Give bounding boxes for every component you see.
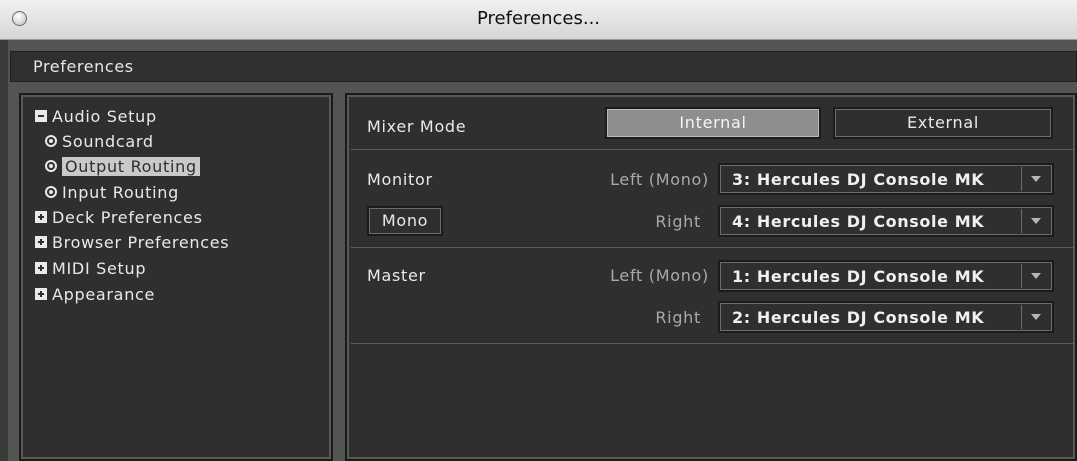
monitor-label: Monitor xyxy=(367,170,433,189)
monitor-left-value: 3: Hercules DJ Console MK xyxy=(732,170,985,189)
master-right-label: Right xyxy=(655,308,701,327)
minus-box-icon[interactable] xyxy=(35,109,47,122)
mixer-mode-label: Mixer Mode xyxy=(367,117,467,136)
master-right-dropdown[interactable]: 2: Hercules DJ Console MK xyxy=(718,301,1054,333)
monitor-left-dropdown[interactable]: 3: Hercules DJ Console MK xyxy=(718,163,1054,195)
master-label: Master xyxy=(367,266,426,285)
sidebar-item-soundcard[interactable]: Soundcard xyxy=(45,132,154,151)
chevron-down-icon[interactable] xyxy=(1021,167,1050,191)
chevron-down-icon[interactable] xyxy=(1021,209,1050,233)
chevron-down-icon[interactable] xyxy=(1021,305,1050,329)
monitor-right-value: 4: Hercules DJ Console MK xyxy=(732,212,985,231)
section-divider xyxy=(351,343,1075,344)
radio-dot-icon xyxy=(45,134,57,147)
monitor-left-label: Left (Mono) xyxy=(610,170,709,189)
master-left-label: Left (Mono) xyxy=(610,266,709,285)
sidebar-tree: Audio Setup Soundcard Output Routing Inp… xyxy=(19,93,333,461)
radio-dot-icon xyxy=(45,159,57,172)
master-left-dropdown[interactable]: 1: Hercules DJ Console MK xyxy=(718,260,1054,292)
sidebar-item-label: Input Routing xyxy=(62,183,179,202)
page-title: Preferences xyxy=(33,57,134,76)
sidebar-item-label: Soundcard xyxy=(62,132,154,151)
mixer-mode-internal-button[interactable]: Internal xyxy=(605,107,821,139)
master-left-value: 1: Hercules DJ Console MK xyxy=(732,267,985,286)
mixer-mode-external-button[interactable]: External xyxy=(833,107,1053,139)
monitor-right-dropdown[interactable]: 4: Hercules DJ Console MK xyxy=(718,205,1054,237)
plus-box-icon[interactable] xyxy=(35,210,47,223)
sidebar-item-audio-setup[interactable]: Audio Setup xyxy=(35,107,157,126)
monitor-right-label: Right xyxy=(655,212,701,231)
sidebar-item-label: Output Routing xyxy=(62,157,200,176)
chevron-down-icon[interactable] xyxy=(1021,264,1050,288)
master-right-value: 2: Hercules DJ Console MK xyxy=(732,308,985,327)
window-title: Preferences... xyxy=(476,8,601,29)
sidebar-item-appearance[interactable]: Appearance xyxy=(35,285,155,304)
sidebar-item-label: Deck Preferences xyxy=(52,208,203,227)
sidebar-item-output-routing[interactable]: Output Routing xyxy=(45,157,200,176)
plus-box-icon[interactable] xyxy=(35,235,47,248)
sidebar-item-deck-preferences[interactable]: Deck Preferences xyxy=(35,208,203,227)
preferences-header: Preferences xyxy=(10,51,1077,82)
sidebar-item-browser-preferences[interactable]: Browser Preferences xyxy=(35,233,229,252)
plus-box-icon[interactable] xyxy=(35,287,47,300)
plus-box-icon[interactable] xyxy=(35,261,47,274)
sidebar-item-label: Appearance xyxy=(52,285,156,304)
sidebar-item-midi-setup[interactable]: MIDI Setup xyxy=(35,259,146,278)
output-routing-panel: Mixer Mode Internal External Monitor Lef… xyxy=(345,93,1077,461)
sidebar-item-input-routing[interactable]: Input Routing xyxy=(45,183,179,202)
radio-dot-icon xyxy=(45,185,57,198)
sidebar-item-label: Audio Setup xyxy=(52,107,157,126)
sidebar-item-label: Browser Preferences xyxy=(52,233,230,252)
sidebar-item-label: MIDI Setup xyxy=(52,259,147,278)
section-divider xyxy=(351,247,1075,248)
section-divider xyxy=(351,149,1075,150)
window-titlebar: Preferences... xyxy=(0,0,1077,40)
monitor-mono-button[interactable]: Mono xyxy=(367,206,443,236)
